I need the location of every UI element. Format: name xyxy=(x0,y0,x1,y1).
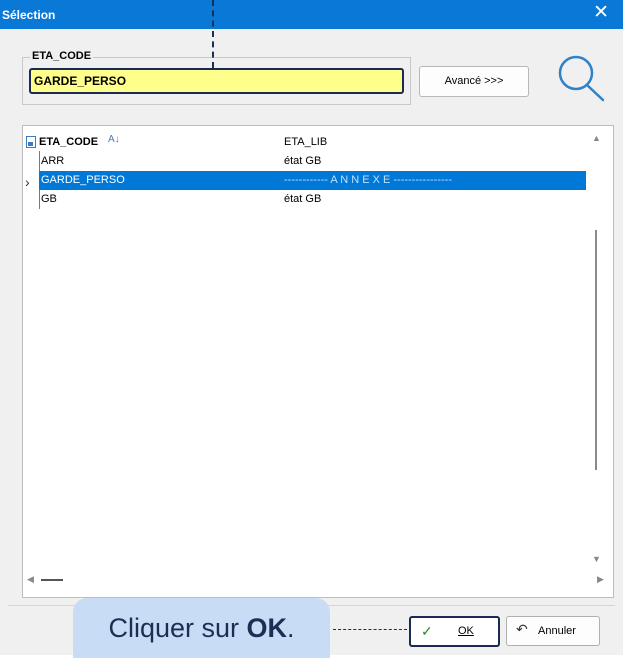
sort-az-icon[interactable]: A↓ xyxy=(108,134,120,145)
current-row-indicator-icon: › xyxy=(25,174,30,190)
scroll-up-icon[interactable]: ▲ xyxy=(592,133,601,143)
cancel-button[interactable]: ↶ Annuler xyxy=(506,616,600,646)
callout-text-end: . xyxy=(287,613,295,643)
column-header-eta-lib[interactable]: ETA_LIB xyxy=(284,136,327,148)
callout-text: Cliquer sur xyxy=(108,613,247,643)
cancel-label: Annuler xyxy=(538,625,576,637)
title-bar: Sélection ✕ xyxy=(0,0,623,29)
window-title: Sélection xyxy=(2,8,56,22)
instruction-callout: Cliquer sur OK. xyxy=(73,598,330,658)
horizontal-scrollbar-thumb[interactable] xyxy=(41,579,63,581)
annotation-line-vertical xyxy=(212,0,214,68)
doc-icon xyxy=(26,136,36,151)
table-row[interactable]: ARR état GB xyxy=(39,152,586,171)
search-icon[interactable] xyxy=(552,52,610,104)
row-code: GARDE_PERSO xyxy=(41,174,125,186)
eta-code-input[interactable]: GARDE_PERSO xyxy=(29,68,404,94)
row-code: ARR xyxy=(41,155,65,167)
vertical-scrollbar-thumb[interactable] xyxy=(595,230,597,470)
callout-bold-text: OK xyxy=(246,613,288,643)
row-lib: ------------ A N N E X E ---------------… xyxy=(284,174,452,186)
undo-arrow-icon: ↶ xyxy=(516,621,528,637)
table-row-selected[interactable]: GARDE_PERSO ------------ A N N E X E ---… xyxy=(39,171,586,190)
advanced-button[interactable]: Avancé >>> xyxy=(419,66,529,97)
row-code: GB xyxy=(41,193,57,205)
row-lib: état GB xyxy=(284,193,322,205)
scroll-down-icon[interactable]: ▼ xyxy=(592,554,601,564)
ok-button[interactable]: ✓ OK xyxy=(409,616,500,647)
scroll-right-icon[interactable]: ▶ xyxy=(597,574,604,585)
column-header-eta-code[interactable]: ETA_CODE xyxy=(39,136,98,148)
annotation-line xyxy=(333,629,407,630)
results-list[interactable]: ETA_CODE A↓ ETA_LIB › ARR état GB GARDE_… xyxy=(22,125,614,598)
ok-label: OK xyxy=(458,625,474,637)
table-row[interactable]: GB état GB xyxy=(39,190,586,209)
check-icon: ✓ xyxy=(421,623,433,639)
filter-group-label: ETA_CODE xyxy=(30,50,94,62)
row-lib: état GB xyxy=(284,155,322,167)
close-icon[interactable]: ✕ xyxy=(593,2,609,24)
scroll-left-icon[interactable]: ◀ xyxy=(27,574,34,585)
